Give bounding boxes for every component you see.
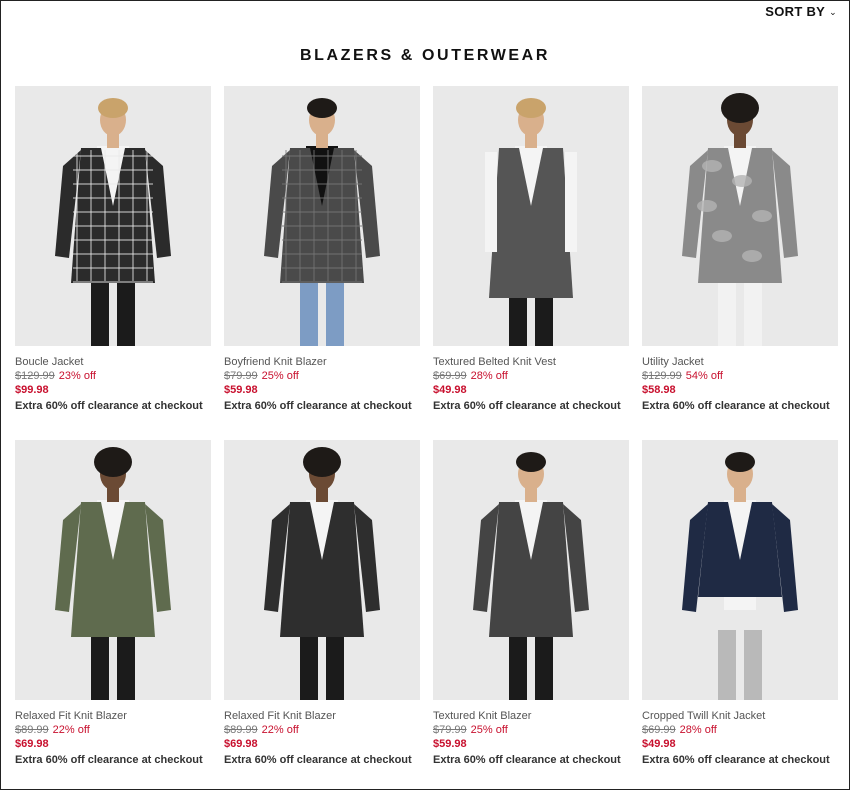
product-card[interactable]: Utility Jacket $129.99 54% off $58.98 Ext… [642,86,838,440]
sort-by-label: SORT BY [765,4,826,19]
model-illustration [682,452,798,700]
product-card[interactable]: Boucle Jacket $129.99 23% off $99.98 Extr… [15,86,211,440]
product-name[interactable]: Textured Knit Blazer [433,709,629,723]
promo-text: Extra 60% off clearance at checkout [15,400,203,412]
model-illustration [55,447,171,700]
page-title: BLAZERS & OUTERWEAR [300,47,550,64]
price-line: $89.99 22% off [224,723,420,737]
discount-percent: 22% off [261,724,299,736]
discount-percent: 28% off [679,724,717,736]
sale-price: $69.98 [15,738,49,750]
product-card[interactable]: Textured Knit Blazer $79.99 25% off $59.9… [433,440,629,794]
sale-price: $59.98 [433,738,467,750]
original-price: $89.99 [224,724,258,736]
sale-price: $99.98 [15,384,49,396]
promo-text: Extra 60% off clearance at checkout [224,400,412,412]
price-line: $79.99 25% off [224,369,420,383]
promo-text: Extra 60% off clearance at checkout [642,754,830,766]
product-name[interactable]: Boucle Jacket [15,355,211,369]
product-name[interactable]: Cropped Twill Knit Jacket [642,709,838,723]
model-illustration [682,93,798,346]
price-line: $69.99 28% off [433,369,629,383]
price-line: $89.99 22% off [15,723,211,737]
model-illustration [264,447,380,700]
model-illustration [485,98,577,346]
product-image[interactable] [15,440,211,700]
product-card[interactable]: Boyfriend Knit Blazer $79.99 25% off $59.… [224,86,420,440]
product-name[interactable]: Utility Jacket [642,355,838,369]
price-line: $129.99 23% off [15,369,211,383]
model-illustration [473,452,589,700]
original-price: $69.99 [642,724,676,736]
product-card[interactable]: Textured Belted Knit Vest $69.99 28% off … [433,86,629,440]
product-image[interactable] [224,86,420,346]
discount-percent: 25% off [470,724,508,736]
original-price: $79.99 [433,724,467,736]
product-image[interactable] [642,440,838,700]
original-price: $129.99 [15,370,55,382]
promo-text: Extra 60% off clearance at checkout [15,754,203,766]
sale-price: $58.98 [642,384,676,396]
product-image[interactable] [433,86,629,346]
product-name[interactable]: Textured Belted Knit Vest [433,355,629,369]
product-image[interactable] [642,86,838,346]
discount-percent: 28% off [470,370,508,382]
promo-text: Extra 60% off clearance at checkout [433,754,621,766]
product-listing-page: SORT BY ⌄ BLAZERS & OUTERWEAR Boucle Jac… [0,0,850,790]
product-image[interactable] [15,86,211,346]
original-price: $89.99 [15,724,49,736]
product-card[interactable]: Relaxed Fit Knit Blazer $89.99 22% off $6… [15,440,211,794]
promo-text: Extra 60% off clearance at checkout [642,400,830,412]
chevron-down-icon: ⌄ [829,6,837,17]
sort-by-dropdown[interactable]: SORT BY ⌄ [765,4,837,19]
product-name[interactable]: Boyfriend Knit Blazer [224,355,420,369]
original-price: $69.99 [433,370,467,382]
model-illustration [264,98,380,346]
original-price: $129.99 [642,370,682,382]
product-name[interactable]: Relaxed Fit Knit Blazer [224,709,420,723]
sale-price: $69.98 [224,738,258,750]
product-name[interactable]: Relaxed Fit Knit Blazer [15,709,211,723]
price-line: $129.99 54% off [642,369,838,383]
discount-percent: 25% off [261,370,299,382]
sale-price: $59.98 [224,384,258,396]
discount-percent: 23% off [58,370,96,382]
sale-price: $49.98 [642,738,676,750]
promo-text: Extra 60% off clearance at checkout [224,754,412,766]
model-illustration [55,98,171,346]
promo-text: Extra 60% off clearance at checkout [433,400,621,412]
price-line: $69.99 28% off [642,723,838,737]
sale-price: $49.98 [433,384,467,396]
product-image[interactable] [433,440,629,700]
product-image[interactable] [224,440,420,700]
discount-percent: 22% off [52,724,90,736]
discount-percent: 54% off [685,370,723,382]
product-grid: Boucle Jacket $129.99 23% off $99.98 Extr… [15,86,838,794]
product-card[interactable]: Relaxed Fit Knit Blazer $89.99 22% off $6… [224,440,420,794]
product-card[interactable]: Cropped Twill Knit Jacket $69.99 28% off … [642,440,838,794]
price-line: $79.99 25% off [433,723,629,737]
original-price: $79.99 [224,370,258,382]
